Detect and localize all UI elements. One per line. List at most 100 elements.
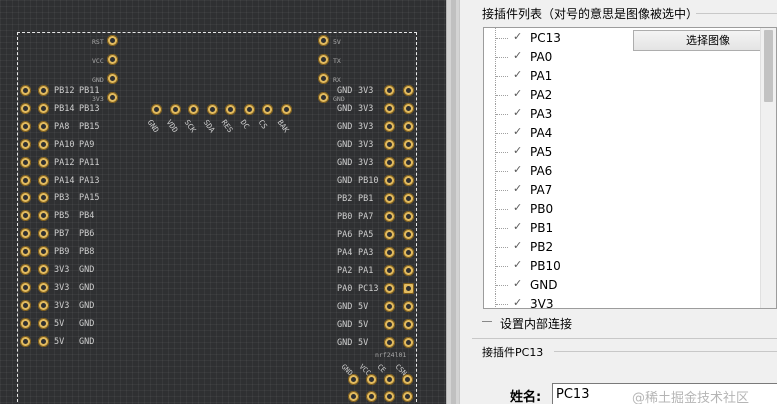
solder-pad[interactable] (403, 157, 414, 168)
connector-list-item[interactable]: ✓ PA1 (484, 66, 762, 85)
check-icon[interactable]: ✓ (513, 87, 522, 101)
solder-pad[interactable] (20, 299, 31, 311)
solder-pad[interactable] (403, 193, 414, 204)
pcb-canvas[interactable]: PB12 PB11 PB14 PB13 PA8 PB15 PA10 PA9 PA12 PA11 PA… (0, 0, 446, 404)
solder-pad[interactable] (384, 121, 395, 132)
solder-pad[interactable] (403, 175, 414, 186)
solder-pad[interactable] (403, 247, 414, 258)
solder-pad[interactable] (188, 104, 199, 115)
solder-pad[interactable] (402, 374, 413, 385)
check-icon[interactable]: ✓ (513, 182, 522, 196)
connector-list-item[interactable]: ✓ PA2 (484, 85, 762, 104)
check-icon[interactable]: ✓ (513, 163, 522, 177)
check-icon[interactable]: ✓ (513, 30, 522, 44)
list-scrollbar[interactable] (760, 28, 776, 308)
solder-pad[interactable] (318, 73, 329, 84)
check-icon[interactable]: ✓ (513, 220, 522, 234)
solder-pad[interactable] (402, 391, 413, 402)
connector-list-item[interactable]: ✓ 3V3 (484, 294, 762, 308)
solder-pad[interactable] (384, 157, 395, 168)
solder-pad[interactable] (20, 138, 31, 150)
solder-pad[interactable] (20, 174, 31, 186)
check-icon[interactable]: ✓ (513, 125, 522, 139)
solder-pad[interactable] (20, 317, 31, 329)
solder-pad[interactable] (384, 139, 395, 150)
solder-pad[interactable] (318, 35, 329, 46)
solder-pad[interactable] (366, 374, 377, 385)
solder-pad[interactable] (280, 104, 292, 115)
solder-pad[interactable] (384, 175, 395, 186)
solder-pad[interactable] (107, 35, 118, 46)
solder-pad[interactable] (384, 374, 395, 385)
solder-pad[interactable] (403, 139, 414, 150)
check-icon[interactable]: ✓ (513, 106, 522, 120)
solder-pad[interactable] (403, 301, 414, 312)
solder-pad[interactable] (38, 299, 49, 311)
check-icon[interactable]: ✓ (513, 277, 522, 291)
solder-pad[interactable] (403, 211, 414, 222)
connector-list-item[interactable]: ✓ PA3 (484, 104, 762, 123)
solder-pad[interactable] (107, 92, 118, 103)
solder-pad[interactable] (20, 102, 31, 114)
connector-list-item[interactable]: ✓ PA4 (484, 123, 762, 142)
solder-pad[interactable] (38, 264, 49, 275)
connector-list-item[interactable]: ✓ PB0 (484, 199, 762, 218)
solder-pad[interactable] (384, 337, 395, 348)
solder-pad[interactable] (348, 374, 359, 385)
connector-list-item[interactable]: ✓ PB2 (484, 237, 762, 256)
check-icon[interactable]: ✓ (513, 239, 522, 253)
solder-pad[interactable] (38, 102, 49, 114)
solder-pad[interactable] (384, 229, 395, 240)
solder-pad[interactable] (403, 121, 414, 132)
check-icon[interactable]: ✓ (513, 49, 522, 63)
solder-pad[interactable] (403, 283, 414, 294)
solder-pad[interactable] (262, 104, 273, 115)
solder-pad[interactable] (403, 229, 414, 240)
solder-pad[interactable] (20, 120, 31, 132)
check-icon[interactable]: ✓ (513, 201, 522, 215)
solder-pad[interactable] (225, 104, 236, 115)
solder-pad[interactable] (384, 283, 395, 294)
solder-pad[interactable] (403, 265, 414, 276)
solder-pad[interactable] (20, 264, 31, 275)
solder-pad[interactable] (38, 120, 49, 132)
solder-pad[interactable] (20, 281, 31, 293)
solder-pad[interactable] (107, 54, 118, 65)
connector-list-item[interactable]: ✓ GND (484, 275, 762, 294)
solder-pad[interactable] (403, 337, 414, 348)
solder-pad[interactable] (384, 103, 395, 114)
connector-list-item[interactable]: ✓ PB1 (484, 218, 762, 237)
check-icon[interactable]: ✓ (513, 68, 522, 82)
solder-pad[interactable] (384, 211, 395, 222)
check-icon[interactable]: ✓ (513, 144, 522, 158)
check-icon[interactable]: ✓ (513, 258, 522, 272)
solder-pad[interactable] (38, 85, 49, 96)
solder-pad[interactable] (38, 174, 49, 186)
solder-pad[interactable] (348, 391, 359, 402)
solder-pad[interactable] (384, 391, 395, 402)
solder-pad[interactable] (318, 92, 329, 103)
solder-pad[interactable] (107, 73, 118, 84)
solder-pad[interactable] (38, 138, 49, 150)
solder-pad[interactable] (38, 156, 49, 168)
solder-pad[interactable] (206, 104, 218, 115)
solder-pad[interactable] (403, 103, 414, 114)
solder-pad[interactable] (20, 335, 31, 347)
connector-list-item[interactable]: ✓ PA6 (484, 161, 762, 180)
solder-pad[interactable] (318, 54, 329, 65)
solder-pad[interactable] (384, 319, 395, 330)
solder-pad[interactable] (20, 85, 31, 96)
connector-list[interactable]: ✓ PC13 ✓ PA0 ✓ PA1 ✓ PA2 ✓ PA3 ✓ PA4 ✓ PA5 ✓ PA6 ✓ PA7 ✓ PB… (483, 27, 777, 309)
solder-pad[interactable] (384, 265, 395, 276)
solder-pad[interactable] (403, 319, 414, 330)
solder-pad[interactable] (384, 301, 395, 312)
scrollbar-thumb[interactable] (764, 30, 773, 102)
solder-pad[interactable] (20, 156, 31, 168)
connector-list-item[interactable]: ✓ PA7 (484, 180, 762, 199)
solder-pad[interactable] (151, 104, 162, 115)
solder-pad[interactable] (384, 85, 395, 96)
solder-pad[interactable] (403, 85, 414, 96)
connector-list-item[interactable]: ✓ PB10 (484, 256, 762, 275)
select-image-button[interactable]: 选择图像 (633, 30, 776, 51)
solder-pad[interactable] (243, 104, 255, 115)
